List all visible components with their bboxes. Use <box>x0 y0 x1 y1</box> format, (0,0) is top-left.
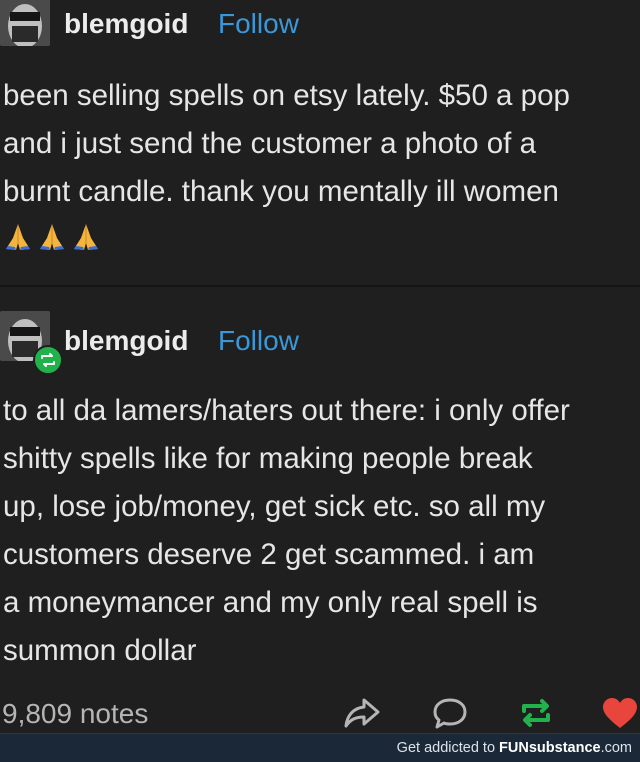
reblog-badge-icon <box>33 345 63 375</box>
post-reblog: blemgoid Follow to all da lamers/haters … <box>0 287 640 727</box>
post-footer: 9,809 notes <box>0 690 640 732</box>
post-header: blemgoid Follow <box>0 307 640 375</box>
reply-icon[interactable] <box>432 696 468 730</box>
folded-hands-emoji <box>6 224 30 250</box>
emoji-row <box>2 221 104 258</box>
share-icon[interactable] <box>342 696 382 730</box>
avatar[interactable] <box>0 0 50 46</box>
reblog-icon[interactable] <box>518 696 554 730</box>
like-icon[interactable] <box>600 696 640 730</box>
post-original: blemgoid Follow been selling spells on e… <box>0 0 640 285</box>
notes-count[interactable]: 9,809 notes <box>2 698 148 730</box>
watermark-prefix: Get addicted to <box>396 740 500 756</box>
watermark-text: Get addicted to FUNsubstance.com <box>397 740 632 756</box>
watermark-suffix: .com <box>600 740 632 756</box>
post-header: blemgoid Follow <box>0 0 640 60</box>
post-body: been selling spells on etsy lately. $50 … <box>3 79 570 208</box>
folded-hands-emoji <box>74 224 98 250</box>
folded-hands-emoji <box>40 224 64 250</box>
post-body: to all da lamers/haters out there: i onl… <box>3 394 570 667</box>
follow-button[interactable]: Follow <box>218 325 299 357</box>
watermark-bar: Get addicted to FUNsubstance.com <box>0 733 640 762</box>
username[interactable]: blemgoid <box>64 8 188 40</box>
follow-button[interactable]: Follow <box>218 8 299 40</box>
watermark-brand: FUNsubstance <box>499 740 601 756</box>
username[interactable]: blemgoid <box>64 325 188 357</box>
